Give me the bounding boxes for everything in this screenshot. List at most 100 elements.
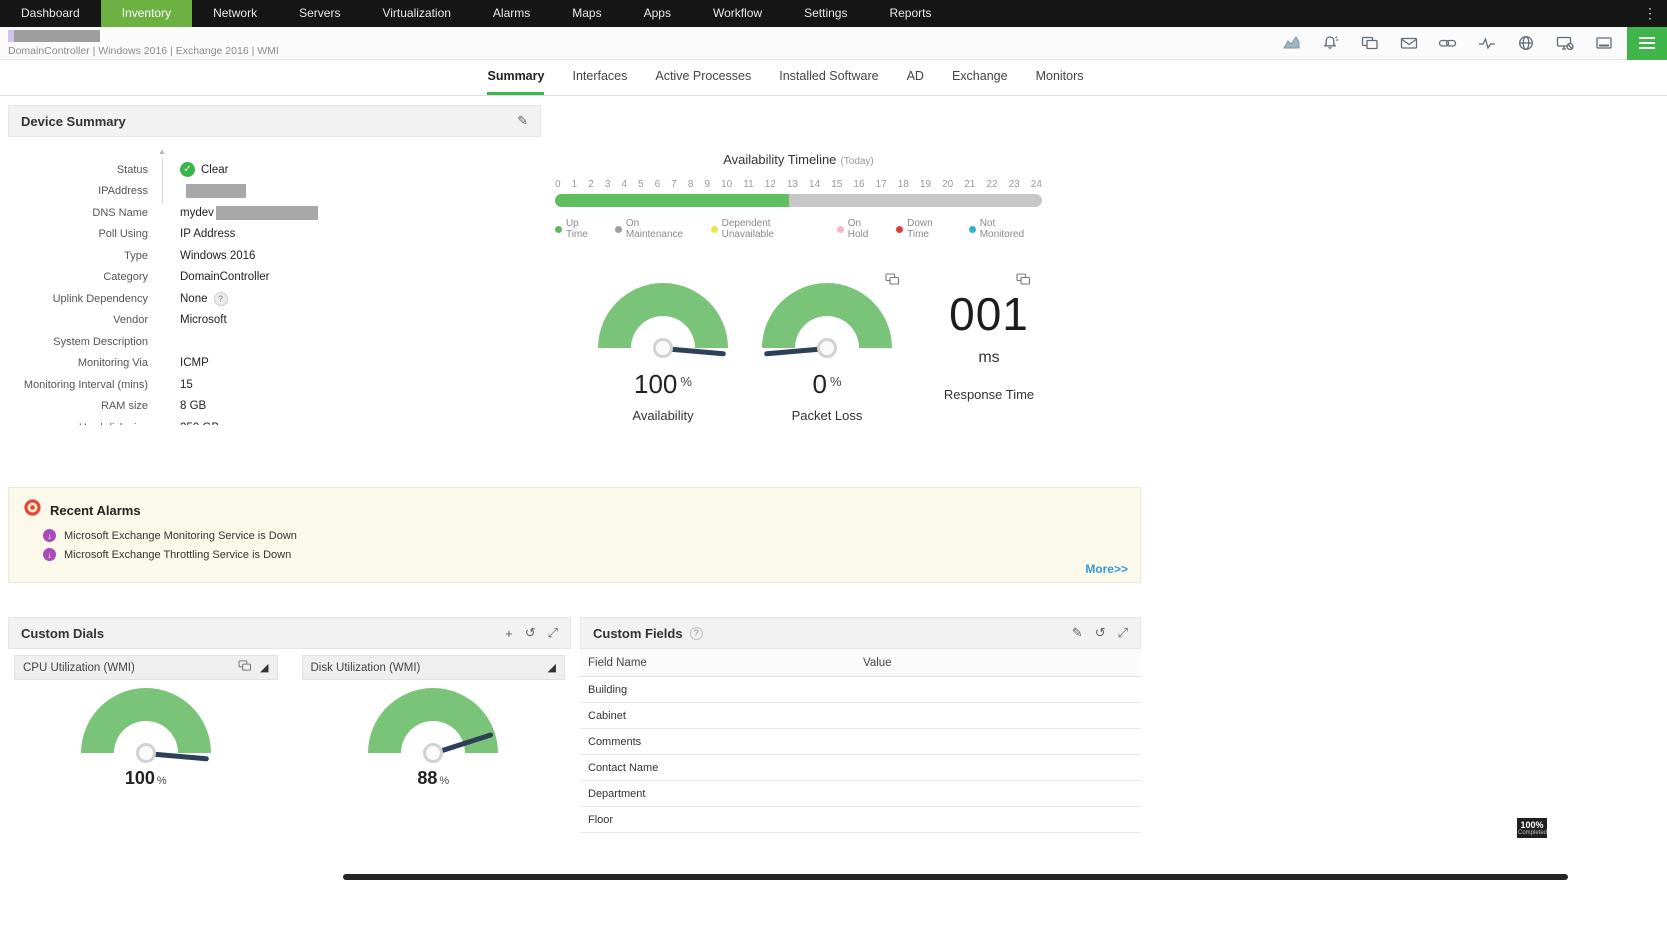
alarm-item[interactable]: ↓ Microsoft Exchange Monitoring Service … bbox=[9, 526, 1140, 545]
mail-icon[interactable] bbox=[1399, 35, 1418, 52]
device-summary-row: System Description bbox=[8, 331, 541, 353]
device-config-icon[interactable] bbox=[1360, 35, 1379, 52]
nav-item[interactable]: Workflow bbox=[692, 0, 783, 27]
legend-item: Up Time bbox=[555, 218, 603, 240]
field-name: Cabinet bbox=[580, 710, 863, 722]
edit-pencil-icon[interactable]: ✎ bbox=[517, 113, 528, 129]
more-alarms-link[interactable]: More>> bbox=[1085, 562, 1128, 576]
expand-icon[interactable]: ⤢ bbox=[1118, 625, 1128, 641]
chart-icon[interactable]: ◢ bbox=[260, 661, 268, 674]
redacted-device-name bbox=[8, 30, 100, 42]
refresh-icon[interactable]: ↺ bbox=[525, 625, 536, 641]
expand-icon[interactable]: ⤢ bbox=[548, 625, 558, 641]
alarm-item[interactable]: ↓ Microsoft Exchange Throttling Service … bbox=[9, 545, 1140, 564]
refresh-icon[interactable]: ↺ bbox=[1095, 625, 1106, 641]
field-label: Vendor bbox=[8, 314, 148, 326]
gauge bbox=[762, 283, 892, 355]
field-label: Monitoring Interval (mins) bbox=[8, 379, 148, 391]
area-chart-icon[interactable] bbox=[1282, 35, 1301, 52]
timeline-hour-label: 18 bbox=[898, 179, 909, 190]
device-tab[interactable]: Summary bbox=[487, 60, 544, 95]
nav-item[interactable]: Alarms bbox=[472, 0, 551, 27]
edit-pencil-icon[interactable]: ✎ bbox=[1072, 625, 1083, 641]
monitor-disabled-icon[interactable] bbox=[1555, 35, 1574, 52]
panel-title: Custom Dials bbox=[21, 626, 104, 641]
device-summary-row: Uplink Dependency None ? bbox=[8, 288, 541, 310]
metric-label: Availability bbox=[588, 408, 738, 423]
nav-item[interactable]: Inventory bbox=[101, 0, 192, 27]
device-tab[interactable]: Active Processes bbox=[655, 60, 751, 95]
legend-dot-icon bbox=[615, 226, 622, 233]
scroll-up-icon[interactable]: ▲ bbox=[158, 148, 166, 156]
dial-title: CPU Utilization (WMI) bbox=[23, 662, 135, 674]
device-tab[interactable]: Interfaces bbox=[572, 60, 627, 95]
legend-dot-icon bbox=[896, 226, 903, 233]
panel-title: Custom Fields bbox=[593, 626, 683, 641]
nav-item[interactable]: Dashboard bbox=[0, 0, 101, 27]
timeline-hour-label: 5 bbox=[638, 179, 644, 190]
device-tab[interactable]: Exchange bbox=[952, 60, 1008, 95]
kebab-menu-icon[interactable]: ⋮ bbox=[1633, 0, 1667, 27]
sparkline-icon[interactable] bbox=[1477, 35, 1496, 52]
top-nav: Dashboard Inventory Network Servers Virt… bbox=[0, 0, 1667, 27]
device-summary-row: Monitoring Interval (mins) 15 bbox=[8, 374, 541, 396]
remote-screen-icon[interactable] bbox=[1594, 35, 1613, 52]
device-summary-panel: Device Summary ✎ Status ✓ Clear IPAddres… bbox=[8, 105, 541, 425]
timeline-hour-label: 0 bbox=[555, 179, 561, 190]
custom-fields-panel: Custom Fields ? ✎ ↺ ⤢ Field Name Value B… bbox=[580, 617, 1141, 833]
device-summary-row: DNS Name mydev bbox=[8, 202, 541, 224]
nav-item[interactable]: Servers bbox=[278, 0, 361, 27]
dial-settings-icon[interactable] bbox=[238, 659, 252, 677]
field-label: IPAddress bbox=[8, 185, 148, 197]
globe-icon[interactable] bbox=[1516, 35, 1535, 52]
link-icon[interactable] bbox=[1438, 35, 1457, 52]
response-time-value: 001 bbox=[916, 287, 1062, 341]
field-name: Comments bbox=[580, 736, 863, 748]
hamburger-menu-button[interactable] bbox=[1627, 27, 1667, 60]
device-summary-row: Monitoring Via ICMP bbox=[8, 353, 541, 375]
dial-card-header: CPU Utilization (WMI) ◢ bbox=[14, 655, 278, 680]
device-tab[interactable]: AD bbox=[907, 60, 924, 95]
custom-dials-panel: Custom Dials + ↺ ⤢ CPU Utilization (WMI)… bbox=[8, 617, 571, 795]
nav-item[interactable]: Apps bbox=[623, 0, 692, 27]
device-summary-row: Vendor Microsoft bbox=[8, 310, 541, 332]
device-tab[interactable]: Monitors bbox=[1036, 60, 1084, 95]
help-icon[interactable]: ? bbox=[214, 292, 228, 306]
timeline-hour-label: 10 bbox=[721, 179, 732, 190]
timeline-bar[interactable] bbox=[555, 194, 1042, 207]
chart-icon[interactable]: ◢ bbox=[548, 661, 556, 674]
custom-field-row: Contact Name bbox=[580, 755, 1141, 781]
nav-item[interactable]: Reports bbox=[868, 0, 952, 27]
horizontal-scrollbar[interactable] bbox=[343, 874, 1568, 880]
field-name: Building bbox=[580, 684, 863, 696]
nav-item[interactable]: Network bbox=[192, 0, 278, 27]
response-time-card: 001 ms Response Time bbox=[916, 275, 1062, 402]
field-value: Microsoft bbox=[180, 314, 227, 326]
recent-alarms-panel: Recent Alarms ↓ Microsoft Exchange Monit… bbox=[8, 487, 1141, 583]
nav-item[interactable]: Settings bbox=[783, 0, 868, 27]
timeline-hour-label: 4 bbox=[621, 179, 627, 190]
metric-value: 0% bbox=[752, 369, 902, 400]
custom-field-row: Floor bbox=[580, 807, 1141, 833]
timeline-hour-label: 8 bbox=[688, 179, 694, 190]
nav-item[interactable]: Maps bbox=[551, 0, 622, 27]
timeline-uptime-fill bbox=[555, 194, 789, 207]
legend-dot-icon bbox=[969, 226, 976, 233]
timeline-hour-label: 19 bbox=[920, 179, 931, 190]
help-icon[interactable]: ? bbox=[690, 627, 703, 640]
custom-field-row: Building bbox=[580, 677, 1141, 703]
field-label: Status bbox=[8, 164, 148, 176]
field-value: mydev bbox=[180, 206, 318, 220]
alarm-bell-icon[interactable] bbox=[1321, 35, 1340, 52]
nav-item[interactable]: Virtualization bbox=[361, 0, 471, 27]
vertical-scrollbar[interactable]: ▲ bbox=[158, 148, 166, 248]
panel-title: Device Summary bbox=[21, 114, 126, 129]
field-label: RAM size bbox=[8, 400, 148, 412]
field-label: System Description bbox=[8, 336, 148, 348]
add-icon[interactable]: + bbox=[505, 626, 513, 641]
timeline-hour-label: 6 bbox=[655, 179, 661, 190]
field-value: IP Address bbox=[180, 228, 235, 240]
dial-settings-icon[interactable] bbox=[1016, 273, 1031, 291]
field-value: ✓ Clear bbox=[180, 162, 228, 177]
device-tab[interactable]: Installed Software bbox=[779, 60, 878, 95]
